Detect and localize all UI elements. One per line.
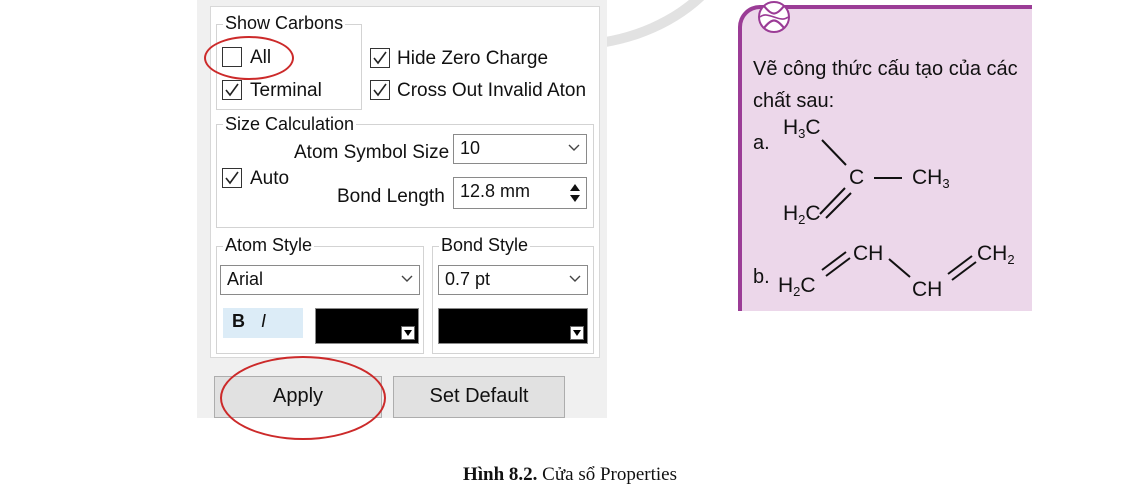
dropdown-arrow-icon (401, 326, 415, 340)
chevron-down-icon (401, 275, 413, 282)
check-icon (373, 51, 387, 65)
terminal-checkbox[interactable] (222, 80, 242, 100)
bond-color-swatch[interactable] (438, 308, 588, 344)
caption-text: Cửa sổ Properties (537, 464, 678, 485)
formula-b-ch-1: CH (853, 242, 884, 265)
cross-out-invalid-label: Cross Out Invalid Aton (397, 80, 587, 101)
hide-zero-charge-checkbox[interactable] (370, 48, 390, 68)
figure-caption: Hình 8.2. Cửa sổ Properties (0, 464, 1140, 486)
cross-out-invalid-checkbox[interactable] (370, 80, 390, 100)
terminal-label: Terminal (250, 80, 322, 101)
formula-b-ch2-end: CH2 (977, 242, 1015, 267)
bond-length-value: 12.8 mm (460, 181, 531, 201)
bond-width-value: 0.7 pt (445, 269, 491, 289)
bold-button[interactable]: B (232, 311, 245, 332)
check-icon (225, 171, 239, 185)
caption-number: Hình 8.2. (462, 464, 538, 485)
dropdown-arrow-icon (570, 326, 584, 340)
bond-width-select[interactable]: 0.7 pt (438, 265, 588, 295)
chevron-down-icon (569, 275, 581, 282)
bond-length-label: Bond Length (337, 186, 445, 207)
emblem-icon (758, 1, 790, 33)
italic-button[interactable]: I (261, 311, 266, 332)
atom-symbol-size-select[interactable]: 10 (453, 134, 587, 164)
atom-color-swatch[interactable] (315, 308, 419, 344)
check-icon (373, 83, 387, 97)
formula-b-h2c: H2C (778, 274, 816, 299)
annotation-circle-all (204, 36, 294, 80)
set-default-button[interactable]: Set Default (393, 376, 565, 418)
label-b: b. (753, 266, 770, 288)
atom-font-select[interactable]: Arial (220, 265, 420, 295)
auto-checkbox[interactable] (222, 168, 242, 188)
annotation-circle-apply (220, 356, 386, 440)
bond-style-title: Bond Style (439, 234, 531, 256)
check-icon (225, 83, 239, 97)
font-style-toolbar: B I (223, 308, 303, 338)
atom-symbol-size-value: 10 (460, 138, 481, 158)
hide-zero-charge-label: Hide Zero Charge (397, 48, 549, 69)
bond-length-spinner[interactable]: 12.8 mm (453, 177, 587, 209)
auto-label: Auto (250, 168, 290, 189)
atom-font-value: Arial (227, 269, 264, 289)
formula-b-ch-2: CH (912, 278, 943, 301)
spin-arrows-icon[interactable] (568, 181, 582, 205)
atom-symbol-size-label: Atom Symbol Size (294, 142, 450, 163)
size-calculation-title: Size Calculation (223, 113, 357, 135)
chevron-down-icon (568, 144, 580, 151)
exercise-prompt-line1: Vẽ công thức cấu tạo của các (753, 58, 1018, 80)
show-carbons-title: Show Carbons (223, 12, 346, 34)
atom-style-title: Atom Style (223, 234, 315, 256)
